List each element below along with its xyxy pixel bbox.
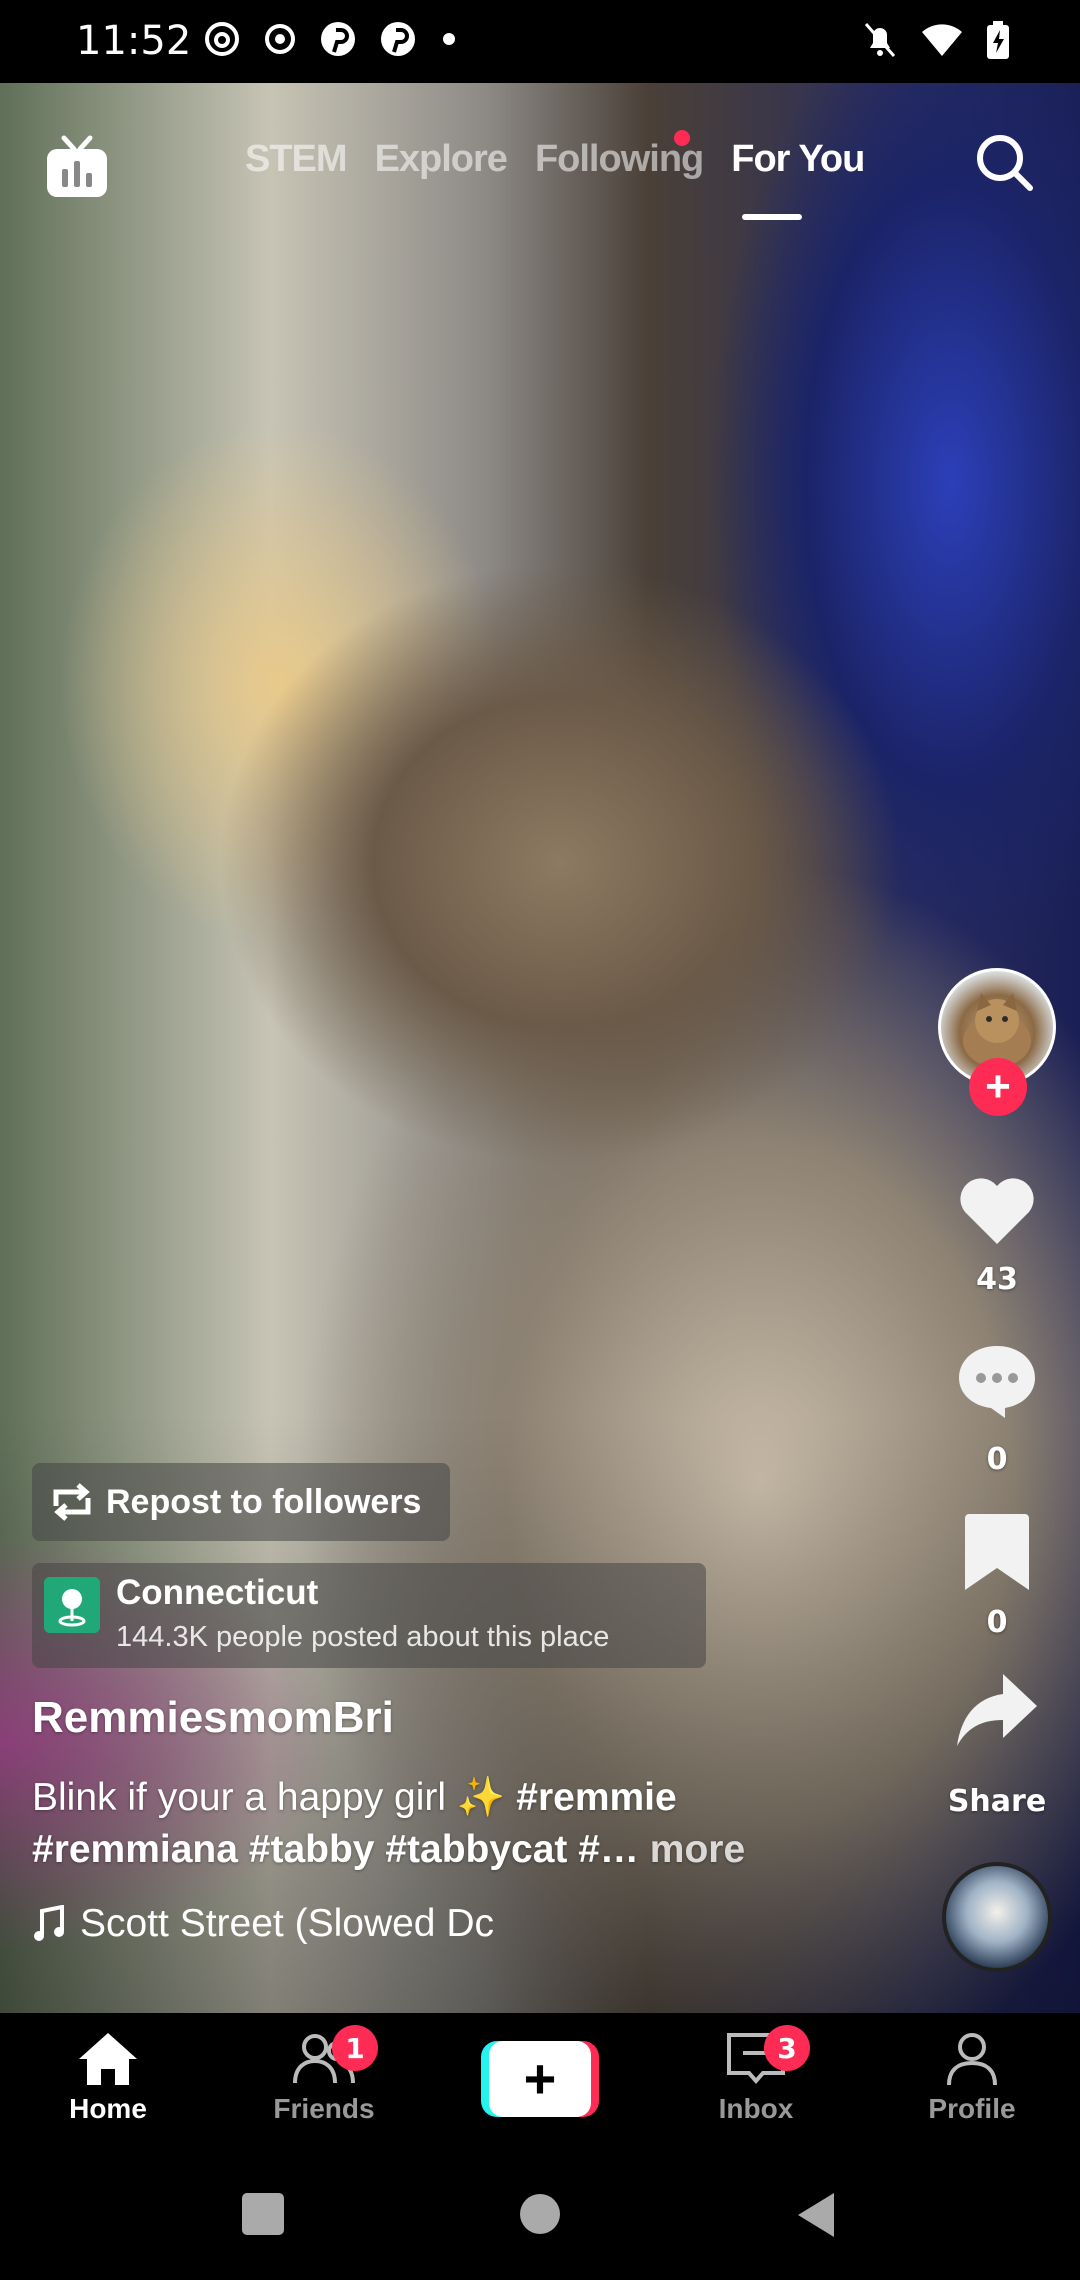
repost-label: Repost to followers: [106, 1482, 422, 1521]
location-name: Connecticut: [116, 1573, 319, 1612]
record-icon: [265, 24, 295, 54]
bookmark-icon[interactable]: [955, 1510, 1039, 1594]
like-heart-icon[interactable]: [955, 1168, 1039, 1252]
bottom-nav: Home 1 Friends + 3 Inbox Profile: [0, 2013, 1080, 2161]
video-caption[interactable]: Blink if your a happy girl ✨ #remmie #re…: [32, 1772, 822, 1876]
feed-tabs: STEM Explore Following For You: [245, 138, 865, 181]
caption-text: Blink if your a happy girl ✨: [32, 1776, 517, 1819]
nav-profile-label: Profile: [928, 2093, 1016, 2124]
recents-square-icon[interactable]: [240, 2191, 286, 2237]
create-post-button[interactable]: +: [481, 2041, 599, 2117]
share-label: Share: [947, 1784, 1047, 1819]
nav-home[interactable]: Home: [28, 2029, 188, 2125]
nav-profile[interactable]: Profile: [892, 2029, 1052, 2125]
notification-icons: [203, 20, 459, 58]
comment-count: 0: [986, 1442, 1008, 1477]
active-tab-indicator: [742, 214, 802, 220]
following-new-dot: [674, 130, 690, 146]
friends-badge: 1: [332, 2025, 378, 2071]
search-icon[interactable]: [972, 130, 1036, 194]
sound-info[interactable]: Scott Street (Slowed Dc: [32, 1902, 532, 1946]
home-circle-icon[interactable]: [518, 2191, 562, 2237]
caption-more-link[interactable]: more: [650, 1828, 745, 1871]
profile-icon: [947, 2033, 997, 2086]
tab-explore[interactable]: Explore: [375, 138, 508, 181]
location-pin-icon: [44, 1577, 100, 1633]
tab-stem[interactable]: STEM: [245, 138, 348, 181]
nav-friends-label: Friends: [273, 2093, 375, 2124]
nav-home-label: Home: [69, 2093, 147, 2124]
plus-icon: +: [489, 2041, 591, 2117]
sound-title: Scott Street (Slowed Dc: [80, 1902, 494, 1945]
comment-icon[interactable]: [955, 1338, 1039, 1422]
nav-inbox[interactable]: 3 Inbox: [676, 2025, 836, 2125]
live-tv-icon[interactable]: [44, 135, 110, 201]
mute-icon: [864, 23, 896, 57]
location-subtitle: 144.3K people posted about this place: [116, 1621, 610, 1653]
pinterest-icon: [321, 22, 355, 56]
dot-icon: [443, 33, 455, 45]
battery-charging-icon: [987, 21, 1009, 59]
status-bar: 11:52: [0, 0, 1080, 83]
music-note-icon: [34, 1905, 64, 1941]
pinterest-icon: [381, 22, 415, 56]
save-count: 0: [986, 1605, 1008, 1640]
repost-icon: [53, 1483, 91, 1521]
inbox-badge: 3: [764, 2025, 810, 2071]
share-arrow-icon[interactable]: [955, 1668, 1039, 1752]
back-triangle-icon[interactable]: [794, 2191, 838, 2239]
system-status-icons: [862, 20, 1010, 60]
location-chip[interactable]: Connecticut 144.3K people posted about t…: [32, 1563, 706, 1668]
status-time: 11:52: [76, 18, 192, 64]
home-icon: [79, 2033, 137, 2085]
tab-for-you[interactable]: For You: [731, 138, 865, 181]
nav-friends[interactable]: 1 Friends: [244, 2025, 404, 2125]
follow-button[interactable]: +: [969, 1058, 1027, 1116]
creator-username[interactable]: RemmiesmomBri: [32, 1693, 394, 1743]
like-count: 43: [976, 1262, 1018, 1297]
system-nav-bar: [0, 2161, 1080, 2280]
threads-icon: [205, 22, 239, 56]
music-disc[interactable]: [942, 1862, 1052, 1972]
nav-inbox-label: Inbox: [718, 2093, 794, 2124]
repost-button[interactable]: Repost to followers: [32, 1463, 450, 1541]
wifi-icon: [922, 24, 962, 56]
